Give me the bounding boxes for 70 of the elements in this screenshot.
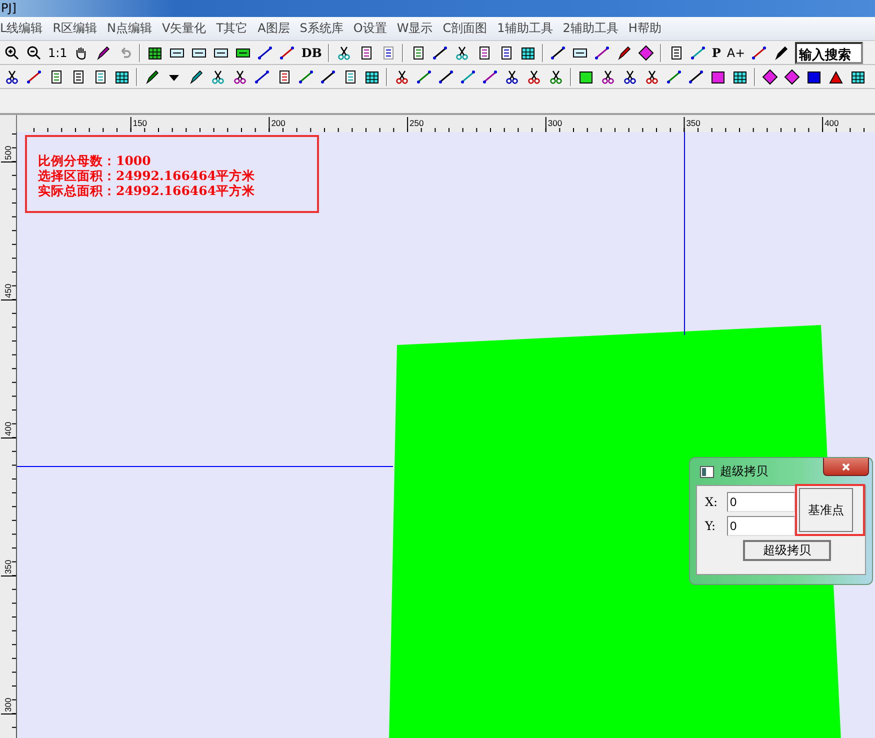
close-icon bbox=[841, 462, 851, 472]
menu-item[interactable]: 1辅助工具 bbox=[497, 20, 553, 37]
scissors-icon[interactable] bbox=[622, 68, 638, 84]
node-icon[interactable] bbox=[254, 68, 270, 84]
horizontal-ruler: 150 200 250 300 350 400 bbox=[16, 115, 875, 132]
menu-item[interactable]: W显示 bbox=[396, 20, 433, 37]
vertical-ruler: 500 450 400 350 300 bbox=[0, 132, 16, 738]
square-icon[interactable] bbox=[806, 68, 822, 84]
pencil-icon[interactable] bbox=[144, 68, 160, 84]
menu-item[interactable]: 2辅助工具 bbox=[562, 20, 618, 37]
menu-item[interactable]: R区编辑 bbox=[52, 20, 98, 37]
brush-icon[interactable] bbox=[616, 44, 632, 60]
table-icon[interactable] bbox=[520, 44, 536, 60]
line-icon[interactable] bbox=[438, 68, 454, 84]
zoom-out-icon[interactable] bbox=[26, 44, 42, 60]
diamond-icon[interactable] bbox=[784, 68, 800, 84]
node-icon[interactable] bbox=[482, 68, 498, 84]
pencil-icon[interactable] bbox=[773, 44, 790, 60]
scissors-icon[interactable] bbox=[232, 68, 248, 84]
scissors-icon[interactable] bbox=[644, 68, 660, 84]
grid-icon[interactable] bbox=[364, 68, 380, 84]
diamond-icon[interactable] bbox=[762, 68, 778, 84]
x-input[interactable]: 0 bbox=[727, 492, 795, 512]
window-icon bbox=[700, 466, 714, 478]
window-title: PJ] bbox=[1, 1, 16, 15]
brush-icon[interactable] bbox=[95, 44, 112, 60]
super-copy-button[interactable]: 超级拷贝 bbox=[743, 540, 831, 561]
line-icon[interactable] bbox=[320, 68, 336, 84]
info-line: 选择区面积：24992.166464平方米 bbox=[38, 168, 256, 183]
menu-item[interactable]: V矢量化 bbox=[162, 20, 206, 37]
grid-icon[interactable] bbox=[114, 68, 130, 84]
menu-item[interactable]: L线编辑 bbox=[0, 20, 43, 37]
scissors-icon[interactable] bbox=[336, 44, 352, 60]
toolbar-button[interactable]: 1:1 bbox=[48, 46, 68, 60]
scissors-icon[interactable] bbox=[526, 68, 542, 84]
y-input[interactable]: 0 bbox=[727, 516, 795, 536]
menu-item[interactable]: A图层 bbox=[258, 20, 290, 37]
base-point-button[interactable]: 基准点 bbox=[799, 488, 853, 532]
toolbar-button[interactable]: DB bbox=[301, 46, 322, 60]
info-line: 比例分母数：1000 bbox=[38, 153, 152, 168]
x-label: X: bbox=[705, 495, 719, 509]
polyline-icon[interactable] bbox=[26, 68, 42, 84]
zoom-in-icon[interactable] bbox=[4, 44, 20, 60]
triangle-icon[interactable] bbox=[828, 68, 844, 84]
scissors-icon[interactable] bbox=[504, 68, 520, 84]
scissors-icon[interactable] bbox=[454, 44, 470, 60]
grid-icon[interactable] bbox=[732, 68, 748, 84]
menu-item[interactable]: S系统库 bbox=[300, 20, 344, 37]
line-icon[interactable] bbox=[298, 68, 314, 84]
toolbar-button[interactable]: A+ bbox=[726, 46, 746, 60]
grid-icon[interactable] bbox=[850, 68, 866, 84]
dialog-title: 超级拷贝 bbox=[720, 463, 769, 480]
menu-item[interactable]: O设置 bbox=[353, 20, 387, 37]
menu-item[interactable]: T其它 bbox=[216, 20, 248, 37]
scissors-icon[interactable] bbox=[600, 68, 616, 84]
scissors-icon[interactable] bbox=[4, 68, 20, 84]
toolbar-button[interactable]: P bbox=[712, 46, 721, 60]
y-label: Y: bbox=[705, 519, 716, 533]
menu-item[interactable]: C剖面图 bbox=[442, 20, 488, 37]
menu-item[interactable]: N点编辑 bbox=[107, 20, 152, 37]
scissors-icon[interactable] bbox=[210, 68, 226, 84]
info-line: 实际总面积：24992.166464平方米 bbox=[38, 183, 256, 198]
node-icon[interactable] bbox=[460, 68, 476, 84]
close-button[interactable] bbox=[823, 458, 869, 476]
scissors-icon[interactable] bbox=[548, 68, 564, 84]
scissors-icon[interactable] bbox=[394, 68, 410, 84]
diamond-icon[interactable] bbox=[638, 44, 654, 60]
search-field[interactable]: 输入搜索 bbox=[795, 42, 864, 64]
menu-item[interactable]: H帮助 bbox=[628, 20, 662, 37]
pencil-icon[interactable] bbox=[188, 68, 204, 84]
